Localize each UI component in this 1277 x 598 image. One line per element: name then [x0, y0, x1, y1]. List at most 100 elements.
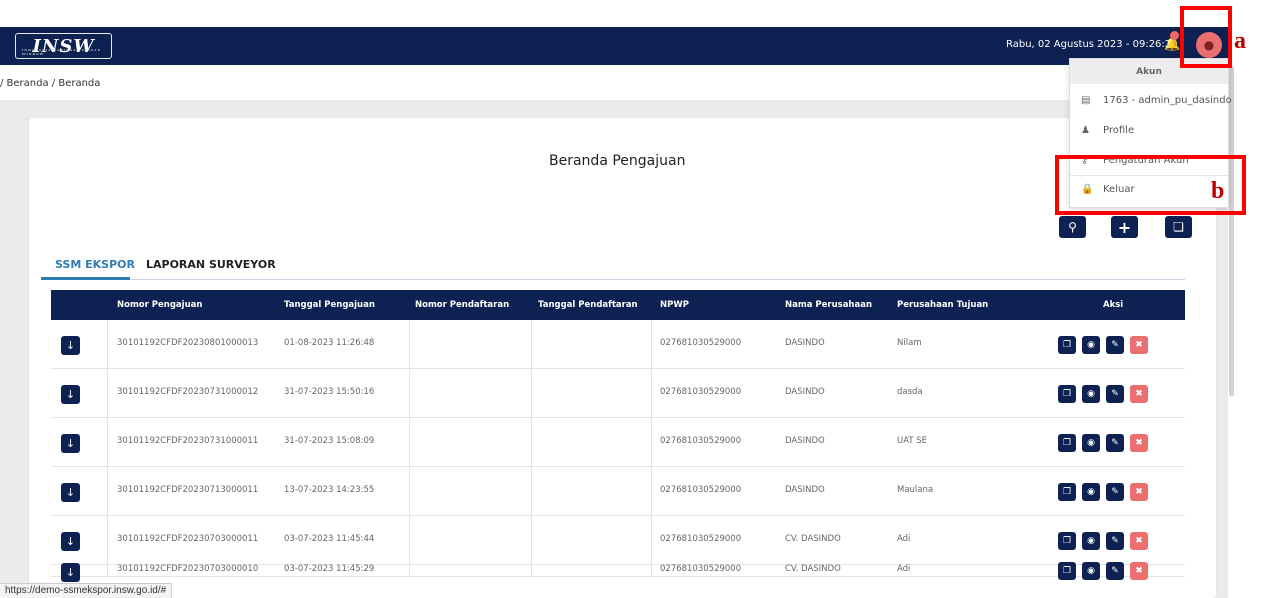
dropdown-item-profile[interactable]: ♟ Profile	[1081, 125, 1134, 136]
col-nomor-pengajuan[interactable]: Nomor Pengajuan	[117, 300, 202, 310]
tab-laporan-surveyor[interactable]: LAPORAN SURVEYOR	[146, 258, 276, 271]
column-divider	[409, 565, 410, 576]
cell-tanggal-pengajuan: 31-07-2023 15:08:09	[284, 436, 375, 446]
view-button[interactable]: ◉	[1082, 562, 1100, 580]
col-nomor-pendaftaran[interactable]: Nomor Pendaftaran	[415, 300, 509, 310]
view-button[interactable]: ◉	[1082, 336, 1100, 354]
table-row[interactable]: ↓ 30101192CFDF20230703000010 03-07-2023 11…	[51, 562, 1185, 582]
column-divider	[409, 418, 410, 466]
table-row[interactable]: ↓ 30101192CFDF20230713000011 13-07-2023 14…	[51, 467, 1185, 516]
copy-button[interactable]: ❐	[1058, 562, 1076, 580]
copy-button[interactable]: ❐	[1058, 336, 1076, 354]
cell-tanggal-pengajuan: 03-07-2023 11:45:44	[284, 534, 375, 544]
view-icon: ◉	[1087, 389, 1095, 399]
col-tanggal-pendaftaran[interactable]: Tanggal Pendaftaran	[538, 300, 638, 310]
cell-nomor-pengajuan: 30101192CFDF20230703000011	[117, 534, 259, 544]
delete-icon: ✖	[1135, 566, 1143, 576]
view-icon: ◉	[1087, 438, 1095, 448]
copy-icon: ❐	[1062, 438, 1072, 448]
edit-icon: ✎	[1111, 566, 1119, 576]
col-tanggal-pengajuan[interactable]: Tanggal Pengajuan	[284, 300, 375, 310]
copy-icon: ❐	[1062, 389, 1072, 399]
tab-active-indicator	[41, 277, 130, 280]
edit-button[interactable]: ✎	[1106, 483, 1124, 501]
expand-row-button[interactable]: ↓	[61, 483, 80, 502]
expand-row-button[interactable]: ↓	[61, 336, 80, 355]
delete-button[interactable]: ✖	[1130, 385, 1148, 403]
edit-button[interactable]: ✎	[1106, 434, 1124, 452]
edit-icon: ✎	[1111, 536, 1119, 546]
expand-row-button[interactable]: ↓	[61, 532, 80, 551]
expand-row-button[interactable]: ↓	[61, 434, 80, 453]
cell-nama-perusahaan: DASINDO	[785, 485, 825, 495]
column-divider	[409, 369, 410, 417]
cell-tanggal-pengajuan: 13-07-2023 14:23:55	[284, 485, 375, 495]
search-button[interactable]: ⚲	[1059, 216, 1086, 238]
copy-button[interactable]: ❐	[1058, 483, 1076, 501]
cell-nama-perusahaan: CV. DASINDO	[785, 534, 841, 544]
datetime-display: Rabu, 02 Agustus 2023 - 09:26:29	[1006, 39, 1178, 50]
insw-logo[interactable]: INSW INDONESIA NATIONAL SINGLE WINDOW	[15, 33, 112, 59]
column-divider	[651, 320, 652, 368]
delete-button[interactable]: ✖	[1130, 434, 1148, 452]
view-button[interactable]: ◉	[1082, 385, 1100, 403]
dropdown-item-account-id[interactable]: ▤ 1763 - admin_pu_dasindo	[1081, 95, 1232, 106]
annotation-label-b: b	[1211, 178, 1225, 204]
column-divider	[409, 320, 410, 368]
plus-icon: +	[1117, 217, 1132, 237]
table-row[interactable]: ↓ 30101192CFDF20230703000011 03-07-2023 11…	[51, 516, 1185, 565]
tab-divider	[41, 279, 1185, 280]
edit-icon: ✎	[1111, 340, 1119, 350]
col-perusahaan-tujuan[interactable]: Perusahaan Tujuan	[897, 300, 988, 310]
cell-npwp: 027681030529000	[660, 387, 742, 397]
table-row[interactable]: ↓ 30101192CFDF20230801000013 01-08-2023 11…	[51, 320, 1185, 369]
delete-button[interactable]: ✖	[1130, 483, 1148, 501]
scrollbar[interactable]	[1229, 66, 1234, 396]
page-title: Beranda Pengajuan	[549, 153, 686, 169]
account-id-label: 1763 - admin_pu_dasindo	[1103, 95, 1232, 106]
cell-nama-perusahaan: DASINDO	[785, 436, 825, 446]
col-nama-perusahaan[interactable]: Nama Perusahaan	[785, 300, 872, 310]
cell-nomor-pengajuan: 30101192CFDF20230713000011	[117, 485, 259, 495]
delete-button[interactable]: ✖	[1130, 562, 1148, 580]
top-navbar: INSW INDONESIA NATIONAL SINGLE WINDOW Ra…	[0, 27, 1232, 65]
view-button[interactable]: ◉	[1082, 483, 1100, 501]
add-button[interactable]: +	[1111, 216, 1138, 238]
cell-tanggal-pengajuan: 31-07-2023 15:50:16	[284, 387, 375, 397]
delete-icon: ✖	[1135, 438, 1143, 448]
breadcrumb: / Beranda / Beranda	[0, 78, 101, 89]
cell-perusahaan-tujuan: Adi	[897, 534, 911, 544]
column-divider	[651, 516, 652, 564]
edit-button[interactable]: ✎	[1106, 562, 1124, 580]
delete-button[interactable]: ✖	[1130, 336, 1148, 354]
column-divider	[651, 565, 652, 576]
delete-button[interactable]: ✖	[1130, 532, 1148, 550]
expand-row-button[interactable]: ↓	[61, 563, 80, 582]
delete-icon: ✖	[1135, 389, 1143, 399]
status-bar-url: https://demo-ssmekspor.insw.go.id/#	[0, 583, 173, 598]
edit-button[interactable]: ✎	[1106, 532, 1124, 550]
column-divider	[107, 369, 108, 417]
copy-icon: ❐	[1062, 487, 1072, 497]
copy-button[interactable]: ❐	[1058, 385, 1076, 403]
copy-button[interactable]: ❐	[1058, 434, 1076, 452]
expand-row-button[interactable]: ↓	[61, 385, 80, 404]
view-button[interactable]: ◉	[1082, 532, 1100, 550]
table-row[interactable]: ↓ 30101192CFDF20230731000011 31-07-2023 15…	[51, 418, 1185, 467]
table-header: Nomor Pengajuan Tanggal Pengajuan Nomor …	[51, 290, 1185, 320]
cell-npwp: 027681030529000	[660, 485, 742, 495]
edit-button[interactable]: ✎	[1106, 336, 1124, 354]
cell-perusahaan-tujuan: dasda	[897, 387, 923, 397]
copy-button[interactable]: ❐	[1058, 532, 1076, 550]
edit-button[interactable]: ✎	[1106, 385, 1124, 403]
logo-subtext: INDONESIA NATIONAL SINGLE WINDOW	[22, 48, 101, 56]
cell-perusahaan-tujuan: Adi	[897, 564, 911, 574]
col-npwp[interactable]: NPWP	[660, 300, 689, 310]
package-button[interactable]: ❏	[1165, 216, 1192, 238]
delete-icon: ✖	[1135, 487, 1143, 497]
column-divider	[107, 320, 108, 368]
table-row[interactable]: ↓ 30101192CFDF20230731000012 31-07-2023 15…	[51, 369, 1185, 418]
tab-ssm-ekspor[interactable]: SSM EKSPOR	[55, 258, 135, 271]
cube-icon: ❏	[1173, 220, 1184, 234]
view-button[interactable]: ◉	[1082, 434, 1100, 452]
